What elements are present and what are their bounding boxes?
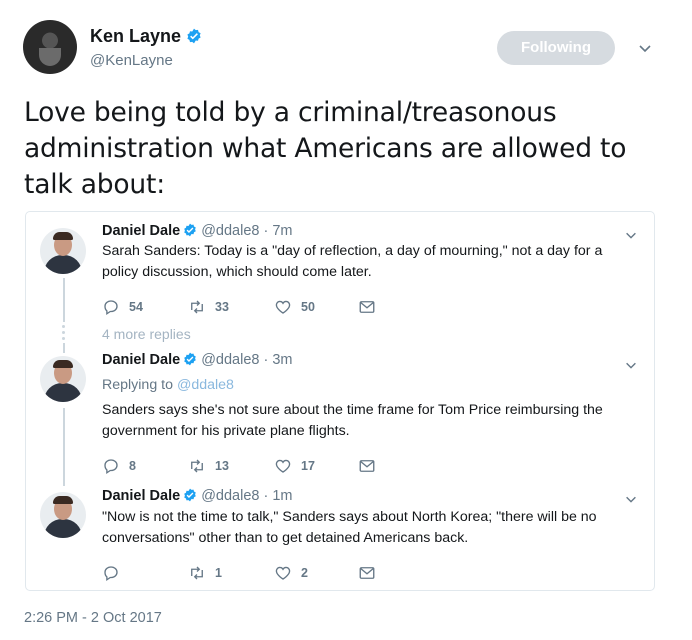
reply-avatar[interactable] [40, 228, 86, 274]
retweet-action[interactable]: 13 [188, 456, 229, 476]
retweet-count: 13 [215, 459, 229, 473]
reply-author-name[interactable]: Daniel Dale [102, 352, 180, 368]
reply-count: 54 [129, 300, 143, 314]
like-count: 50 [301, 300, 315, 314]
reply-time[interactable]: · 3m [264, 352, 293, 368]
retweet-count: 33 [215, 300, 229, 314]
reply-author-name[interactable]: Daniel Dale [102, 488, 180, 504]
tweet-text: Love being told by a criminal/treasonous… [24, 97, 627, 200]
reply-count: 8 [129, 459, 136, 473]
heart-icon [275, 300, 291, 314]
heart-icon [275, 459, 291, 473]
like-action[interactable]: 50 [274, 297, 315, 317]
author-name[interactable]: Ken Layne [90, 26, 181, 46]
author-handle[interactable]: @KenLayne [90, 52, 173, 69]
reply-text: Sanders says she's not sure about the ti… [102, 402, 603, 439]
reply-icon [104, 459, 118, 475]
chevron-down-icon[interactable] [624, 358, 638, 372]
retweet-action[interactable]: 1 [188, 563, 222, 583]
replying-to: Replying to @ddale8 [102, 377, 234, 393]
reply-author-row: Daniel Dale @ddale8 · 3m [102, 352, 293, 368]
reply-icon [104, 300, 118, 316]
message-action[interactable] [358, 563, 385, 583]
reply-action[interactable] [102, 563, 129, 583]
thread-line [63, 408, 65, 486]
reply-text: Sarah Sanders: Today is a "day of reflec… [102, 243, 603, 280]
author-avatar[interactable] [23, 20, 77, 74]
following-button[interactable]: Following [497, 31, 615, 65]
replying-to-label: Replying to [102, 377, 173, 393]
envelope-icon [359, 460, 375, 472]
like-count: 2 [301, 566, 308, 580]
reply-text: "Now is not the time to talk," Sanders s… [102, 509, 597, 546]
chevron-down-icon[interactable] [624, 492, 638, 506]
tweet-timestamp[interactable]: 2:26 PM - 2 Oct 2017 [24, 610, 162, 626]
reply-avatar[interactable] [40, 356, 86, 402]
reply-time[interactable]: · 7m [264, 223, 293, 239]
quoted-thread-card[interactable]: Daniel Dale @ddale8 · 7m Sarah Sanders: … [25, 211, 655, 591]
verified-badge-icon [184, 223, 196, 237]
reply-handle[interactable]: @ddale8 [201, 488, 259, 504]
reply-handle[interactable]: @ddale8 [201, 223, 259, 239]
retweet-count: 1 [215, 566, 222, 580]
reply-actions: 1 2 [102, 563, 402, 583]
like-action[interactable]: 17 [274, 456, 315, 476]
reply-action[interactable]: 54 [102, 297, 143, 317]
verified-badge-icon [184, 488, 196, 502]
thread-line [63, 343, 65, 353]
replying-to-handle[interactable]: @ddale8 [177, 377, 234, 393]
message-action[interactable] [358, 456, 385, 476]
reply-author-row: Daniel Dale @ddale8 · 7m [102, 223, 293, 239]
message-action[interactable] [358, 297, 385, 317]
reply-actions: 8 13 17 [102, 456, 402, 476]
retweet-icon [191, 459, 203, 473]
reply-time[interactable]: · 1m [264, 488, 293, 504]
author-name-row[interactable]: Ken Layne [90, 26, 202, 47]
thread-line [63, 278, 65, 322]
like-count: 17 [301, 459, 315, 473]
heart-icon [275, 566, 291, 580]
envelope-icon [359, 301, 375, 313]
retweet-icon [191, 566, 203, 580]
chevron-down-icon[interactable] [624, 228, 638, 242]
verified-badge-icon [184, 352, 196, 366]
verified-badge-icon [187, 28, 201, 44]
reply-avatar[interactable] [40, 492, 86, 538]
reply-author-row: Daniel Dale @ddale8 · 1m [102, 488, 293, 504]
reply-handle[interactable]: @ddale8 [201, 352, 259, 368]
more-replies-link[interactable]: 4 more replies [102, 326, 191, 342]
retweet-action[interactable]: 33 [188, 297, 229, 317]
reply-action[interactable]: 8 [102, 456, 136, 476]
reply-author-name[interactable]: Daniel Dale [102, 223, 180, 239]
reply-icon [104, 566, 118, 582]
thread-dots [62, 325, 66, 343]
envelope-icon [359, 567, 375, 579]
retweet-icon [191, 300, 203, 314]
reply-actions: 54 33 50 [102, 297, 402, 317]
like-action[interactable]: 2 [274, 563, 308, 583]
chevron-down-icon[interactable] [637, 40, 653, 56]
